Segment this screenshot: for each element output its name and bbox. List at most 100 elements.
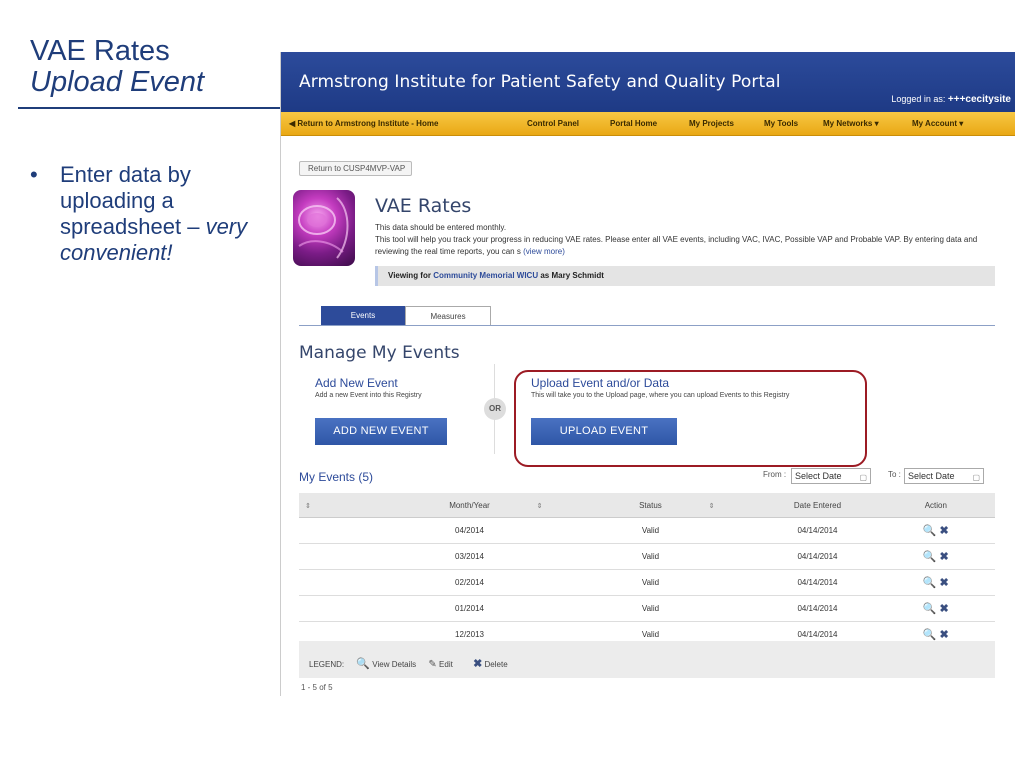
or-badge: OR (484, 398, 506, 420)
page-heading: VAE Rates (375, 195, 472, 217)
table-row: 03/2014 Valid 04/14/2014 🔍 ✖ (299, 543, 995, 570)
top-nav: ◀ Return to Armstrong Institute - Home C… (281, 112, 1015, 136)
breadcrumb-back-button[interactable]: Return to CUSP4MVP-VAP (299, 161, 413, 176)
table-row: 01/2014 Valid 04/14/2014 🔍 ✖ (299, 595, 995, 622)
tab-events[interactable]: Events (321, 306, 405, 326)
sort-status-icon[interactable]: ⇕ (535, 493, 599, 518)
from-date-value: Select Date (795, 471, 842, 481)
tab-measures[interactable]: Measures (405, 306, 491, 326)
view-details-icon: 🔍 (356, 658, 371, 670)
to-date-input[interactable]: Select Date ▢ (904, 468, 984, 484)
pagination-status: 1 - 5 of 5 (301, 683, 333, 692)
calendar-icon[interactable]: ▢ (859, 471, 867, 485)
events-table: ⇕ Month/Year ⇕ Status ⇕ Date Entered Act… (299, 493, 995, 648)
view-details-icon[interactable]: 🔍 (923, 525, 937, 537)
legend-label: LEGEND: (309, 660, 345, 669)
logged-in-indicator: Logged in as: +++cecitysite (891, 94, 1011, 105)
view-details-icon[interactable]: 🔍 (923, 603, 937, 615)
slide-title-main: VAE Rates (30, 35, 170, 67)
cell-date-entered: 04/14/2014 (758, 543, 877, 570)
bullet-dot: • (30, 162, 38, 187)
logged-in-label: Logged in as: (891, 94, 946, 104)
cell-month: 04/2014 (403, 517, 536, 544)
col-action: Action (876, 493, 995, 518)
edit-icon: ✎ (428, 659, 437, 670)
logo-art (298, 197, 349, 259)
upload-event-button[interactable]: UPLOAD EVENT (531, 418, 677, 445)
cell-date-entered: 04/14/2014 (758, 569, 877, 596)
cell-actions: 🔍 ✖ (876, 595, 995, 622)
delete-icon[interactable]: ✖ (940, 577, 949, 589)
from-date-label: From : (763, 470, 787, 479)
slide-divider (18, 107, 280, 109)
cell-status: Valid (598, 517, 703, 544)
viewing-context-bar: Viewing for Community Memorial WICU as M… (375, 266, 995, 286)
legend-bar: LEGEND: 🔍 View Details ✎ Edit ✖ Delete (299, 641, 995, 678)
desc-line-2: This tool will help you track your progr… (375, 234, 1005, 258)
table-header-row: ⇕ Month/Year ⇕ Status ⇕ Date Entered Act… (299, 493, 995, 518)
legend-edit: ✎ Edit (428, 659, 453, 670)
nav-portal-home[interactable]: Portal Home (610, 119, 657, 128)
cell-status: Valid (598, 569, 703, 596)
nav-my-projects[interactable]: My Projects (689, 119, 734, 128)
nav-control-panel[interactable]: Control Panel (527, 119, 579, 128)
my-events-title: My Events (5) (299, 470, 374, 484)
delete-icon[interactable]: ✖ (940, 551, 949, 563)
delete-icon[interactable]: ✖ (940, 603, 949, 615)
sort-month-icon[interactable]: ⇕ (299, 493, 404, 518)
add-new-event-button[interactable]: ADD NEW EVENT (315, 418, 447, 445)
sort-date-icon[interactable]: ⇕ (702, 493, 759, 518)
from-date-input[interactable]: Select Date ▢ (791, 468, 871, 484)
delete-icon[interactable]: ✖ (940, 629, 949, 641)
cell-status: Valid (598, 543, 703, 570)
table-row: 04/2014 Valid 04/14/2014 🔍 ✖ (299, 517, 995, 544)
page-description: This data should be entered monthly. Thi… (375, 222, 1005, 258)
nav-my-account[interactable]: My Account ▾ (912, 119, 963, 128)
legend-view: 🔍 View Details (356, 658, 417, 670)
add-event-description: Add a new Event into this Registry (315, 392, 422, 399)
nav-return-home[interactable]: ◀ Return to Armstrong Institute - Home (289, 119, 438, 128)
view-details-icon[interactable]: 🔍 (923, 629, 937, 641)
cell-status: Valid (598, 595, 703, 622)
legend-delete: ✖ Delete (473, 658, 508, 670)
cell-date-entered: 04/14/2014 (758, 595, 877, 622)
view-more-link[interactable]: (view more) (523, 247, 565, 256)
cell-month: 03/2014 (403, 543, 536, 570)
delete-icon[interactable]: ✖ (940, 525, 949, 537)
view-details-icon[interactable]: 🔍 (923, 551, 937, 563)
nav-my-networks[interactable]: My Networks ▾ (823, 119, 879, 128)
col-status[interactable]: Status (598, 493, 703, 518)
cell-date-entered: 04/14/2014 (758, 517, 877, 544)
view-details-icon[interactable]: 🔍 (923, 577, 937, 589)
upload-event-title: Upload Event and/or Data (531, 376, 670, 390)
portal-screenshot: Armstrong Institute for Patient Safety a… (280, 52, 1015, 696)
bullet-text: Enter data by uploading a spreadsheet – … (60, 162, 260, 266)
manage-heading: Manage My Events (299, 343, 460, 363)
to-date-value: Select Date (908, 471, 955, 481)
cell-actions: 🔍 ✖ (876, 569, 995, 596)
slide-bullet: • Enter data by uploading a spreadsheet … (30, 162, 260, 266)
portal-title: Armstrong Institute for Patient Safety a… (299, 72, 781, 92)
col-month-year[interactable]: Month/Year (403, 493, 536, 518)
calendar-icon[interactable]: ▢ (972, 471, 980, 485)
desc-line-2-text: This tool will help you track your progr… (375, 235, 978, 256)
cell-month: 01/2014 (403, 595, 536, 622)
tabs-underline (299, 325, 995, 326)
cell-month: 02/2014 (403, 569, 536, 596)
logged-in-user[interactable]: +++cecitysite (948, 94, 1011, 105)
upload-event-description: This will take you to the Upload page, w… (531, 392, 790, 399)
cell-actions: 🔍 ✖ (876, 517, 995, 544)
nav-my-tools[interactable]: My Tools (764, 119, 798, 128)
slide-title: VAE Rates Upload Event (30, 36, 204, 98)
viewing-prefix: Viewing for (388, 271, 431, 280)
portal-header: Armstrong Institute for Patient Safety a… (281, 52, 1015, 112)
desc-line-1: This data should be entered monthly. (375, 223, 507, 232)
bullet-main-text: Enter data by uploading a spreadsheet – (60, 162, 200, 239)
viewing-suffix: as Mary Schmidt (540, 271, 604, 280)
delete-icon: ✖ (473, 658, 483, 670)
col-date-entered[interactable]: Date Entered (758, 493, 877, 518)
add-event-title: Add New Event (315, 376, 398, 390)
table-row: 02/2014 Valid 04/14/2014 🔍 ✖ (299, 569, 995, 596)
slide-title-sub: Upload Event (30, 66, 205, 98)
vae-logo-image (293, 190, 355, 266)
